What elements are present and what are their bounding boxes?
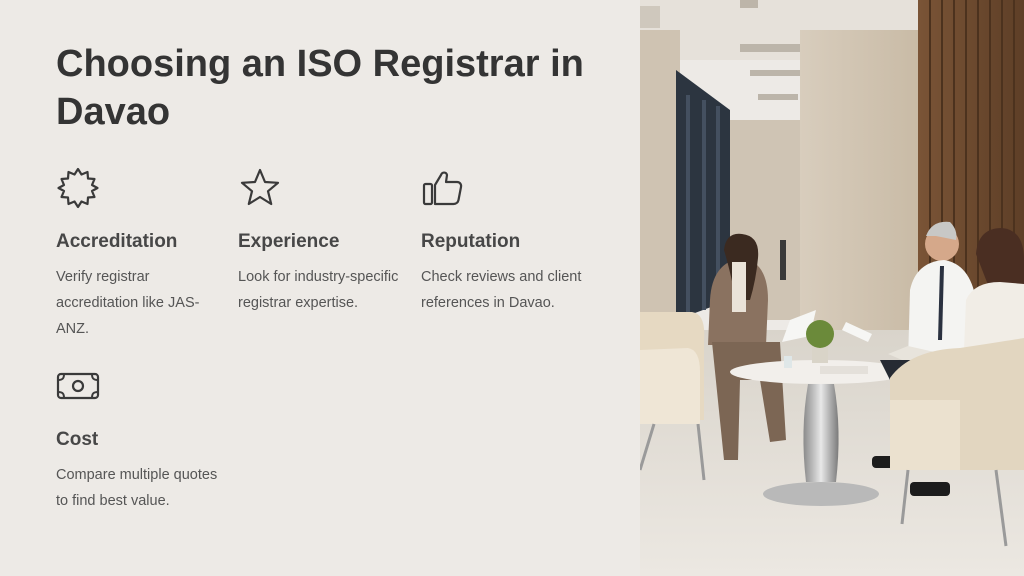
card-cost: Cost Compare multiple quotes to find bes… bbox=[56, 364, 226, 514]
card-accreditation: Accreditation Verify registrar accredita… bbox=[56, 166, 226, 342]
content-panel: Choosing an ISO Registrar in Davao Accre… bbox=[0, 0, 640, 576]
card-heading: Reputation bbox=[421, 231, 521, 252]
office-meeting-photo bbox=[640, 0, 1024, 576]
star-icon bbox=[238, 166, 282, 210]
seal-badge-icon bbox=[56, 166, 100, 210]
slide-title: Choosing an ISO Registrar in Davao bbox=[56, 43, 584, 133]
card-heading: Cost bbox=[56, 429, 99, 450]
card-description: Compare multiple quotes to find best val… bbox=[56, 467, 218, 509]
card-reputation: Reputation Check reviews and client refe… bbox=[421, 166, 591, 316]
card-experience: Experience Look for industry-specific re… bbox=[238, 166, 408, 316]
card-heading: Accreditation bbox=[56, 231, 178, 252]
card-description: Verify registrar accreditation like JAS-… bbox=[56, 269, 200, 337]
card-description: Check reviews and client references in D… bbox=[421, 269, 582, 311]
card-heading: Experience bbox=[238, 231, 340, 252]
thumbs-up-icon bbox=[421, 166, 465, 210]
banknote-icon bbox=[56, 364, 100, 408]
card-description: Look for industry-specific registrar exp… bbox=[238, 269, 399, 311]
